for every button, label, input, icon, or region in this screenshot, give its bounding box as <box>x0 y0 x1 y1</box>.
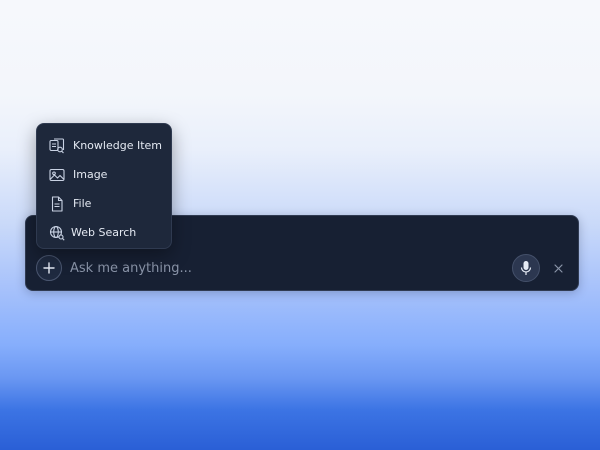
plus-icon <box>43 262 55 274</box>
menu-item-label: File <box>73 197 92 210</box>
menu-item-image[interactable]: Image <box>37 160 171 189</box>
web-search-icon <box>48 224 66 242</box>
menu-item-label: Image <box>73 168 108 181</box>
menu-item-label: Web Search <box>71 226 137 239</box>
close-icon <box>553 263 563 273</box>
menu-item-label: Knowledge Item <box>73 139 163 152</box>
prompt-input[interactable] <box>70 257 450 279</box>
voice-input-button[interactable] <box>512 254 540 282</box>
image-icon <box>48 166 66 184</box>
attach-menu: Knowledge Item Image File Web Search <box>36 123 172 249</box>
close-button[interactable] <box>550 258 566 278</box>
attach-button[interactable] <box>36 255 62 281</box>
microphone-icon <box>520 261 532 275</box>
menu-item-knowledge-item[interactable]: Knowledge Item <box>37 131 171 160</box>
knowledge-item-icon <box>48 137 66 155</box>
menu-item-file[interactable]: File <box>37 189 171 218</box>
menu-item-web-search[interactable]: Web Search <box>37 218 171 247</box>
file-icon <box>48 195 66 213</box>
